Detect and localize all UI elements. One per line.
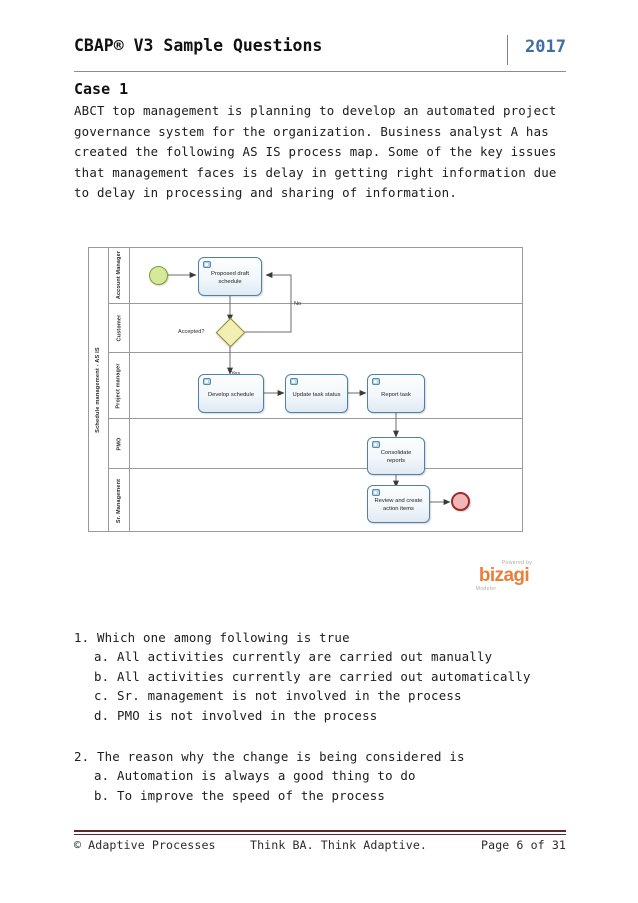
footer-copyright: © Adaptive Processes <box>74 838 216 852</box>
user-task-icon <box>203 378 211 385</box>
header-title: CBAP® V3 Sample Questions <box>74 36 323 55</box>
task-review-and-create-action-items[interactable]: Review and create action items <box>367 485 430 523</box>
paragraph-line: ABCT top management is planning to devel… <box>74 103 557 118</box>
header-year: 2017 <box>525 37 566 57</box>
gateway-label-accepted: Accepted? <box>178 329 205 335</box>
start-event[interactable] <box>149 265 168 285</box>
case-paragraph: ABCT top management is planning to devel… <box>74 101 566 204</box>
question-option[interactable]: b. All activities currently are carried … <box>74 667 574 686</box>
user-task-icon <box>290 378 298 385</box>
flow-label-no: No <box>294 301 302 307</box>
question-stem: 1. Which one among following is true <box>74 630 350 645</box>
question-option[interactable]: c. Sr. management is not involved in the… <box>74 686 574 705</box>
bpmn-process-diagram: Schedule management - AS IS Account Mana… <box>88 247 523 532</box>
bizagi-brand-label: bizagi <box>478 565 530 586</box>
question-1: 1. Which one among following is true a. … <box>74 628 574 725</box>
task-consolidate-reports[interactable]: Consolidate reports <box>367 437 425 475</box>
question-stem: 2. The reason why the change is being co… <box>74 749 465 765</box>
question-option[interactable]: a. Automation is always a good thing to … <box>74 766 574 785</box>
user-task-icon <box>372 489 380 496</box>
header-rule <box>74 71 566 72</box>
paragraph-line: governance system for the organization. … <box>74 123 549 139</box>
footer-page-number: Page 6 of 31 <box>481 838 566 852</box>
task-develop-schedule[interactable]: Develop schedule <box>198 374 264 413</box>
task-label: Consolidate reports <box>380 450 412 464</box>
task-proposed-draft-schedule[interactable]: Proposed draft schedule <box>198 257 262 296</box>
document-page: CBAP® V3 Sample Questions 2017 Case 1 AB… <box>0 0 638 903</box>
task-label: Proposed draft schedule <box>210 270 250 285</box>
task-label: Develop schedule <box>207 391 255 398</box>
question-option[interactable]: a. All activities currently are carried … <box>74 647 574 666</box>
task-report-task[interactable]: Report task <box>367 374 425 413</box>
task-label: Update task status <box>292 391 341 398</box>
question-option[interactable]: b. To improve the speed of the process <box>74 786 574 805</box>
question-option[interactable]: d. PMO is not involved in the process <box>74 706 574 725</box>
user-task-icon <box>372 378 380 385</box>
task-update-task-status[interactable]: Update task status <box>285 374 348 413</box>
footer-tagline: Think BA. Think Adaptive. <box>250 838 428 852</box>
paragraph-line: that management faces is delay in gettin… <box>74 164 557 180</box>
paragraph-line: to delay in processing and sharing of in… <box>74 185 457 201</box>
task-label: Review and create action items <box>374 498 423 512</box>
footer-rule-bottom <box>74 833 566 835</box>
bizagi-product-label: Modeler <box>475 586 497 592</box>
page-header: CBAP® V3 Sample Questions 2017 <box>74 35 566 72</box>
task-label: Report task <box>381 391 411 398</box>
bizagi-watermark: Powered by bizagi Modeler <box>466 560 542 600</box>
footer-rule-top <box>74 830 566 832</box>
header-divider <box>507 35 508 65</box>
end-event[interactable] <box>451 492 470 511</box>
case-heading: Case 1 <box>74 80 129 98</box>
questions-list: 1. Which one among following is true a. … <box>74 628 574 823</box>
question-2: 2. The reason why the change is being co… <box>74 747 574 805</box>
user-task-icon <box>203 261 211 268</box>
paragraph-line: created the following AS IS process map.… <box>74 144 557 160</box>
user-task-icon <box>372 441 380 448</box>
